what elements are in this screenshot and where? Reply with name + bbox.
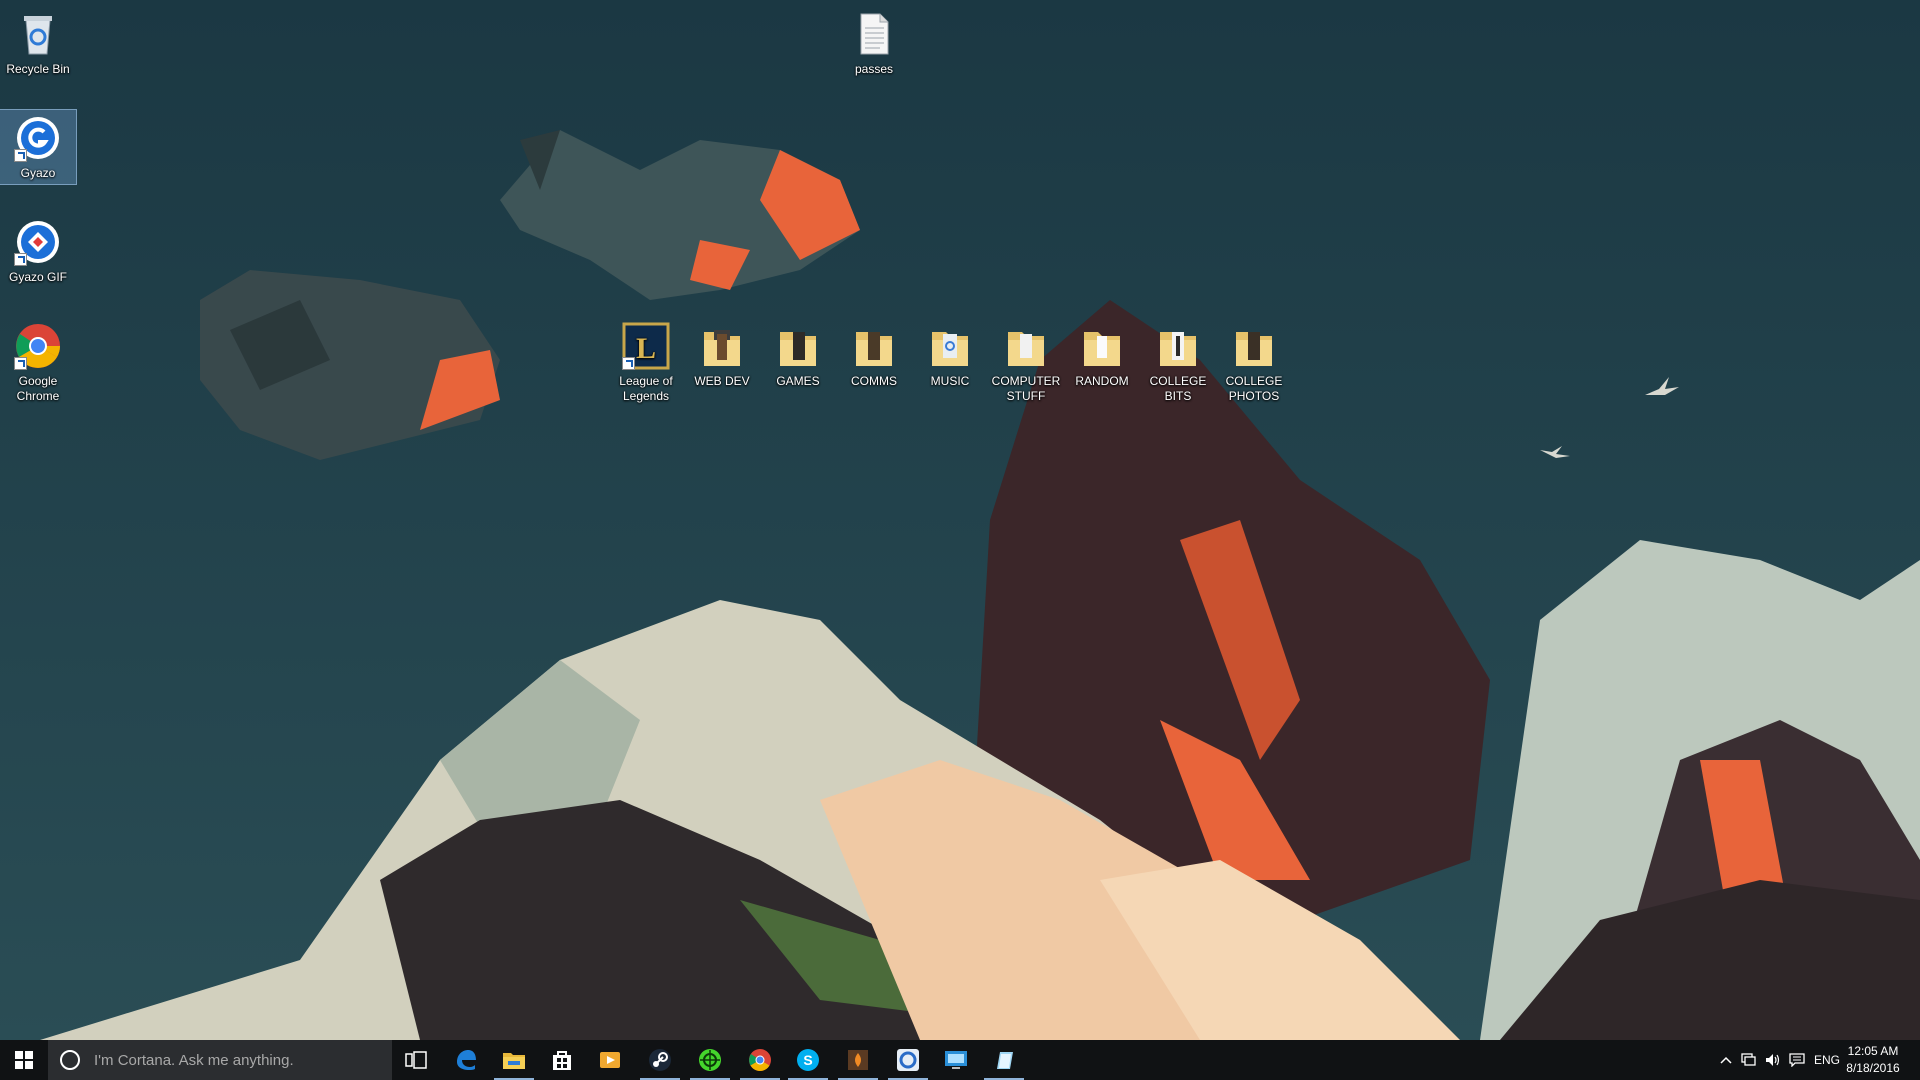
folder-icon [1078, 322, 1126, 370]
desktop-icon-label: COLLEGE PHOTOS [1225, 374, 1283, 403]
gyazo-gif-icon [14, 218, 62, 266]
desktop-folder-computer-stuff[interactable]: COMPUTER STUFF [988, 318, 1064, 407]
chrome-icon [14, 322, 62, 370]
chrome-icon [749, 1049, 771, 1071]
folder-icon [698, 322, 746, 370]
desktop-icon-recycle-bin[interactable]: Recycle Bin [0, 6, 76, 80]
chevron-up-icon [1720, 1056, 1732, 1064]
shortcut-arrow-icon [14, 253, 27, 266]
taskbar-app-store[interactable] [538, 1040, 586, 1080]
task-view-icon [405, 1051, 427, 1069]
desktop-icon-label: GAMES [776, 374, 820, 388]
razer-icon [699, 1049, 721, 1071]
desktop-icon-gyazo-gif[interactable]: Gyazo GIF [0, 214, 76, 288]
taskbar-app-chrome[interactable] [736, 1040, 784, 1080]
taskbar-app-edge[interactable] [442, 1040, 490, 1080]
start-button[interactable] [0, 1040, 48, 1080]
tray-volume-button[interactable] [1762, 1040, 1784, 1080]
desktop-icon-label: Gyazo GIF [8, 270, 67, 284]
taskbar-app-file-explorer[interactable] [490, 1040, 538, 1080]
desktop-icon-label: COMPUTER STUFF [991, 374, 1061, 403]
desktop-icon-label: COMMS [851, 374, 897, 388]
text-file-icon [850, 10, 898, 58]
desktop-icon-label: Recycle Bin [6, 62, 70, 76]
notepad-icon [997, 1052, 1013, 1069]
folder-icon [850, 322, 898, 370]
desktop-icon-label: Google Chrome [16, 374, 60, 403]
desktop-folder-games[interactable]: GAMES [760, 318, 836, 392]
tray-clock[interactable]: 12:05 AM 8/18/2016 [1838, 1043, 1908, 1077]
windows-logo-icon [15, 1051, 33, 1069]
svg-text:S: S [803, 1052, 812, 1068]
desktop-icon-label: Gyazo [20, 166, 56, 180]
desktop-folder-random[interactable]: RANDOM [1064, 318, 1140, 392]
desktop-icon-label: WEB DEV [694, 374, 750, 388]
folder-icon [1230, 322, 1278, 370]
league-of-legends-icon: L [622, 322, 670, 370]
cortana-icon [60, 1050, 80, 1070]
search-placeholder: I'm Cortana. Ask me anything. [94, 1051, 294, 1069]
game-app-icon [848, 1050, 868, 1070]
desktop-icon-label: passes [854, 62, 894, 76]
shortcut-arrow-icon [14, 357, 27, 370]
shortcut-arrow-icon [14, 149, 27, 162]
shortcut-arrow-icon [622, 357, 635, 370]
clock-date: 8/18/2016 [1846, 1061, 1900, 1075]
task-view-button[interactable] [392, 1040, 440, 1080]
desktop-folder-college-bits[interactable]: COLLEGE BITS [1140, 318, 1216, 407]
cortana-search-box[interactable]: I'm Cortana. Ask me anything. [48, 1040, 392, 1080]
desktop-folder-college-photos[interactable]: COLLEGE PHOTOS [1216, 318, 1292, 407]
action-center-icon [1789, 1053, 1805, 1067]
taskbar-app-remote-desktop[interactable] [932, 1040, 980, 1080]
tray-action-center-button[interactable] [1786, 1040, 1808, 1080]
taskbar-app-razer[interactable] [686, 1040, 734, 1080]
skype-icon: S [797, 1049, 819, 1071]
store-icon [553, 1051, 571, 1070]
taskbar-app-skype[interactable]: S [784, 1040, 832, 1080]
folder-icon [774, 322, 822, 370]
desktop-icon-league-of-legends[interactable]: L League of Legends [608, 318, 684, 407]
taskbar-app-steam[interactable] [636, 1040, 684, 1080]
remote-desktop-icon [945, 1051, 967, 1069]
desktop-icon-label: MUSIC [930, 374, 970, 388]
network-icon [1741, 1053, 1756, 1066]
file-explorer-icon [503, 1053, 525, 1069]
taskbar-app-game[interactable] [834, 1040, 882, 1080]
recycle-bin-icon [14, 10, 62, 58]
language-indicator: ENG [1813, 1053, 1840, 1067]
desktop-icon-label: COLLEGE BITS [1149, 374, 1207, 403]
folder-icon [1154, 322, 1202, 370]
tray-show-hidden-button[interactable] [1716, 1040, 1736, 1080]
clock-time: 12:05 AM [1847, 1044, 1899, 1058]
edge-icon [457, 1050, 476, 1070]
desktop-folder-music[interactable]: MUSIC [912, 318, 988, 392]
taskbar-app-media-player[interactable] [586, 1040, 634, 1080]
folder-icon [1002, 322, 1050, 370]
desktop-wallpaper [0, 0, 1920, 1040]
taskbar-app-uplay[interactable] [884, 1040, 932, 1080]
uplay-icon [897, 1049, 919, 1071]
steam-icon [649, 1049, 671, 1071]
tray-network-button[interactable] [1738, 1040, 1760, 1080]
volume-icon [1766, 1054, 1780, 1066]
folder-icon [926, 322, 974, 370]
taskbar-app-notepad[interactable] [980, 1040, 1028, 1080]
desktop-icon-gyazo[interactable]: Gyazo [0, 109, 77, 185]
desktop-icon-google-chrome[interactable]: Google Chrome [0, 318, 76, 407]
desktop-icon-label: League of Legends [619, 374, 673, 403]
desktop-icon-passes[interactable]: passes [836, 6, 912, 80]
media-player-icon [600, 1052, 620, 1068]
gyazo-icon [14, 114, 62, 162]
desktop-icon-label: RANDOM [1075, 374, 1129, 388]
svg-text:L: L [636, 332, 656, 365]
desktop-folder-web-dev[interactable]: WEB DEV [684, 318, 760, 392]
desktop-folder-comms[interactable]: COMMS [836, 318, 912, 392]
taskbar: I'm Cortana. Ask me anything. S ENG 12:0… [0, 1040, 1920, 1080]
